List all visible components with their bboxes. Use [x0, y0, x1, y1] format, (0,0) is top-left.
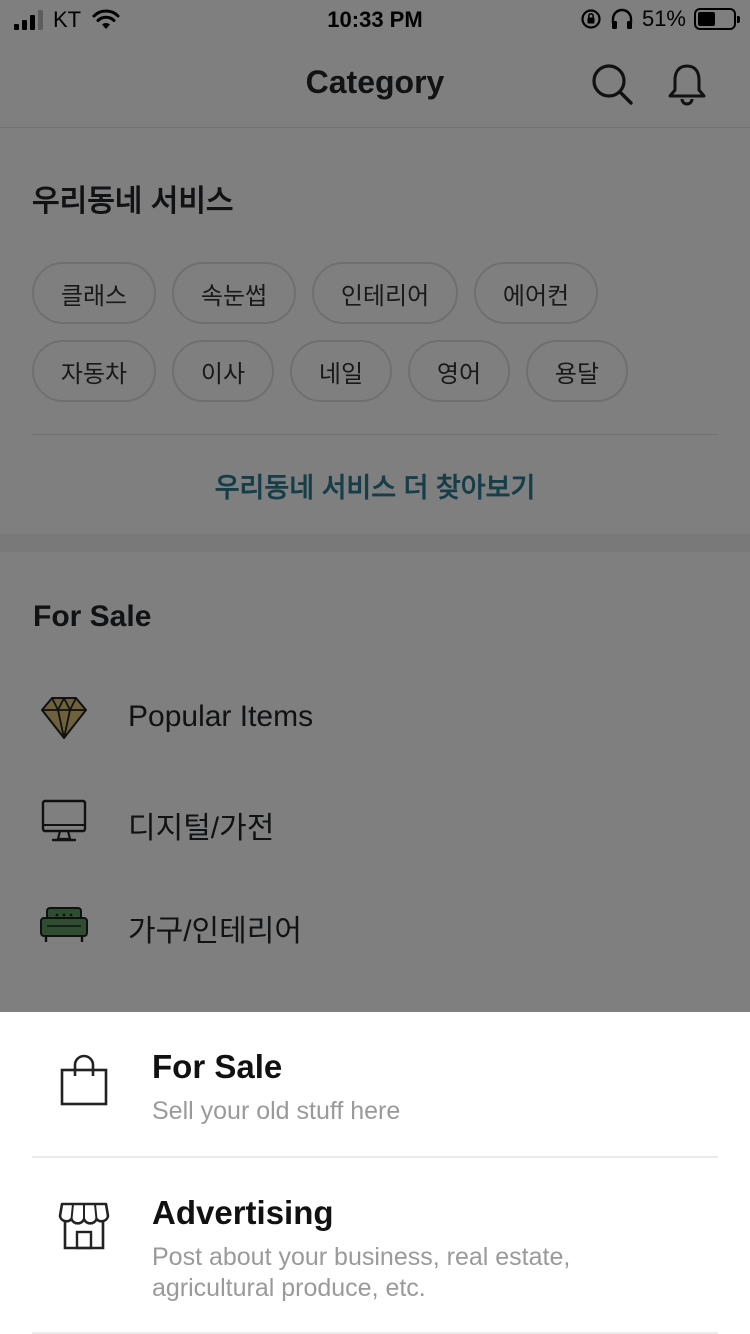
- option-title: For Sale: [152, 1048, 283, 1085]
- post-option-for-sale[interactable]: For Sale Sell your old stuff here: [0, 1012, 750, 1157]
- option-subtitle: Sell your old stuff here: [152, 1097, 401, 1125]
- post-option-advertising[interactable]: Advertising Post about your business, re…: [0, 1158, 750, 1332]
- storefront-icon: [58, 1202, 110, 1250]
- option-title: Advertising: [152, 1194, 334, 1231]
- category-page: KT 10:33 PM 51%: [0, 0, 750, 1334]
- option-subtitle: Post about your business, real estate, a…: [152, 1243, 571, 1302]
- shopping-bag-icon: [60, 1054, 108, 1106]
- post-type-bottom-sheet: For Sale Sell your old stuff here Advert…: [0, 1012, 750, 1334]
